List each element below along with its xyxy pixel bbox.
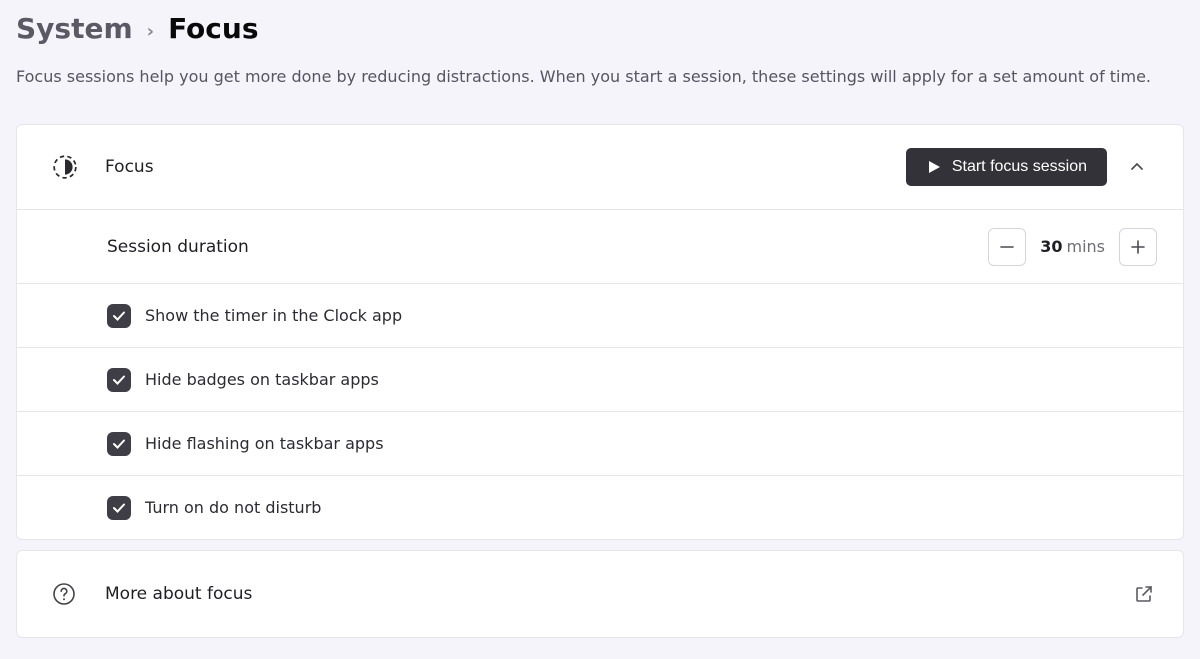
breadcrumb-parent[interactable]: System xyxy=(16,12,133,45)
collapse-toggle[interactable] xyxy=(1117,147,1157,187)
more-about-focus-row[interactable]: More about focus xyxy=(17,551,1183,637)
checkbox-hide-badges[interactable] xyxy=(107,368,131,392)
check-icon xyxy=(112,373,126,387)
option-label: Show the timer in the Clock app xyxy=(145,306,402,325)
check-icon xyxy=(112,309,126,323)
start-focus-session-label: Start focus session xyxy=(952,158,1087,176)
checkbox-hide-flashing[interactable] xyxy=(107,432,131,456)
option-row-show-timer: Show the timer in the Clock app xyxy=(17,283,1183,347)
duration-stepper: 30mins xyxy=(988,228,1157,266)
option-row-hide-badges: Hide badges on taskbar apps xyxy=(17,347,1183,411)
checkbox-dnd[interactable] xyxy=(107,496,131,520)
more-about-focus-card[interactable]: More about focus xyxy=(16,550,1184,638)
breadcrumb: System › Focus xyxy=(0,0,1200,45)
focus-header-row: Focus Start focus session xyxy=(17,125,1183,209)
check-icon xyxy=(112,437,126,451)
focus-settings-card: Focus Start focus session Session durati… xyxy=(16,124,1184,540)
session-duration-label: Session duration xyxy=(107,237,988,257)
breadcrumb-current: Focus xyxy=(168,12,258,45)
duration-decrease-button[interactable] xyxy=(988,228,1026,266)
option-row-hide-flashing: Hide flashing on taskbar apps xyxy=(17,411,1183,475)
session-duration-row: Session duration 30mins xyxy=(17,209,1183,283)
play-icon xyxy=(926,159,942,175)
duration-increase-button[interactable] xyxy=(1119,228,1157,266)
chevron-up-icon xyxy=(1129,159,1145,175)
option-row-dnd: Turn on do not disturb xyxy=(17,475,1183,539)
check-icon xyxy=(112,501,126,515)
focus-title: Focus xyxy=(105,157,906,177)
checkbox-show-timer[interactable] xyxy=(107,304,131,328)
option-label: Turn on do not disturb xyxy=(145,498,321,517)
help-icon xyxy=(51,581,77,607)
focus-icon xyxy=(51,153,79,181)
duration-value: 30mins xyxy=(1040,237,1105,256)
plus-icon xyxy=(1129,238,1147,256)
page-description: Focus sessions help you get more done by… xyxy=(0,45,1200,86)
option-label: Hide badges on taskbar apps xyxy=(145,370,379,389)
more-about-focus-label: More about focus xyxy=(105,584,1131,604)
external-link-icon xyxy=(1131,581,1157,607)
chevron-right-icon: › xyxy=(147,21,154,42)
minus-icon xyxy=(998,238,1016,256)
start-focus-session-button[interactable]: Start focus session xyxy=(906,148,1107,186)
option-label: Hide flashing on taskbar apps xyxy=(145,434,384,453)
